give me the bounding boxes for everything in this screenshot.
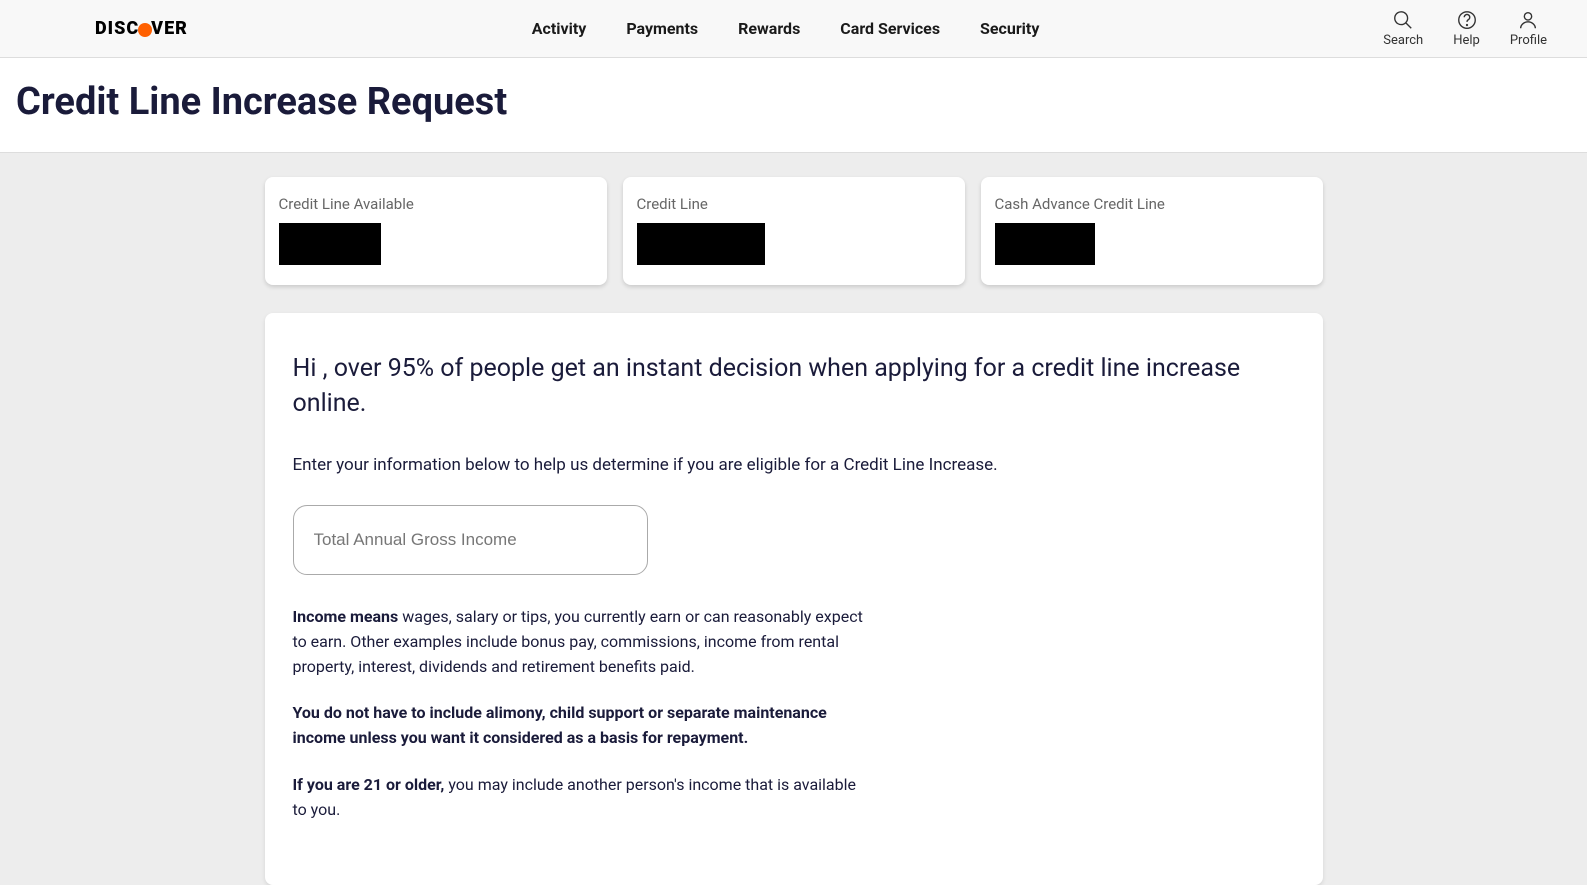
profile-icon (1517, 9, 1539, 31)
total-annual-income-input[interactable] (293, 505, 648, 575)
credit-line-card: Credit Line (623, 177, 965, 285)
credit-line-available-label: Credit Line Available (279, 195, 593, 213)
alimony-disclaimer: You do not have to include alimony, chil… (293, 701, 873, 751)
nav-card-services[interactable]: Card Services (840, 19, 940, 38)
nav-activity[interactable]: Activity (532, 19, 587, 38)
nav-rewards[interactable]: Rewards (738, 19, 800, 38)
profile-icon-group[interactable]: Profile (1510, 9, 1547, 48)
header-icons-group: Search Help Profile (1383, 9, 1547, 48)
nav-payments[interactable]: Payments (626, 19, 698, 38)
nav-security[interactable]: Security (980, 19, 1039, 38)
help-icon-group[interactable]: Help (1453, 9, 1480, 48)
credit-line-available-value (279, 223, 381, 265)
logo-text-part2: VER (151, 18, 188, 39)
content-area: Credit Line Available Credit Line Cash A… (265, 153, 1323, 885)
disclaimer-section: Income means wages, salary or tips, you … (293, 605, 873, 823)
main-header: DISC VER Activity Payments Rewards Card S… (0, 0, 1587, 58)
page-title: Credit Line Increase Request (16, 80, 1571, 124)
cash-advance-card: Cash Advance Credit Line (981, 177, 1323, 285)
help-label: Help (1453, 33, 1480, 48)
credit-info-cards: Credit Line Available Credit Line Cash A… (265, 177, 1323, 285)
cash-advance-label: Cash Advance Credit Line (995, 195, 1309, 213)
greeting-text: Hi , over 95% of people get an instant d… (293, 351, 1295, 421)
logo-text-part1: DISC (95, 18, 139, 39)
credit-increase-form-card: Hi , over 95% of people get an instant d… (265, 313, 1323, 885)
instruction-text: Enter your information below to help us … (293, 455, 1295, 475)
help-icon (1456, 9, 1478, 31)
income-means-disclaimer: Income means wages, salary or tips, you … (293, 605, 873, 679)
logo-orange-dot-icon (138, 23, 152, 37)
discover-logo[interactable]: DISC VER (95, 18, 188, 39)
alimony-disclaimer-text: You do not have to include alimony, chil… (293, 703, 827, 747)
search-icon (1392, 9, 1414, 31)
credit-line-value (637, 223, 765, 265)
credit-line-available-card: Credit Line Available (265, 177, 607, 285)
credit-line-label: Credit Line (637, 195, 951, 213)
search-label: Search (1383, 33, 1423, 48)
age-disclaimer: If you are 21 or older, you may include … (293, 773, 873, 823)
cash-advance-value (995, 223, 1095, 265)
income-means-bold: Income means (293, 607, 399, 626)
profile-label: Profile (1510, 33, 1547, 48)
search-icon-group[interactable]: Search (1383, 9, 1423, 48)
age-disclaimer-bold: If you are 21 or older, (293, 775, 445, 794)
page-title-section: Credit Line Increase Request (0, 58, 1587, 153)
main-nav: Activity Payments Rewards Card Services … (532, 19, 1040, 38)
